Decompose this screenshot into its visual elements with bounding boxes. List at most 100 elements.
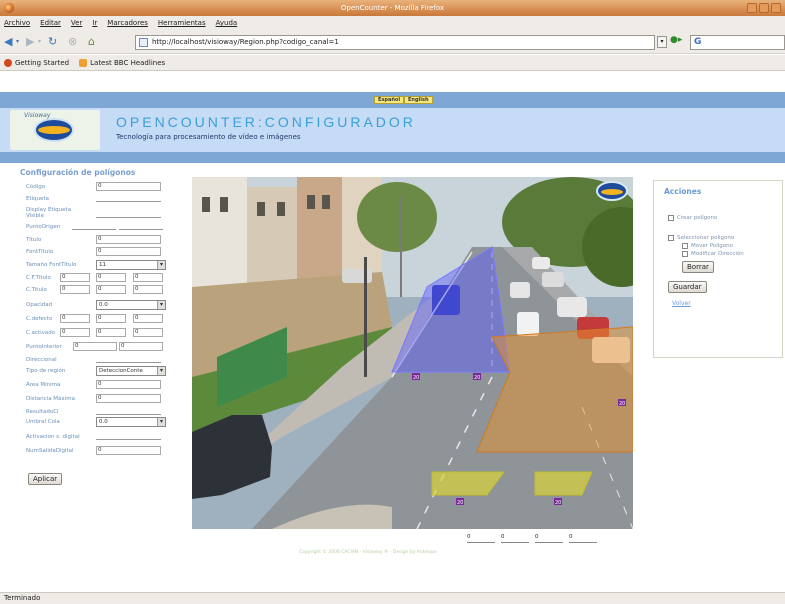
region-label: 20 [555,500,561,506]
direccional-input[interactable] [96,354,161,363]
menu-ver[interactable]: Ver [71,19,82,27]
url-text: http://localhost/visioway/Region.php?cod… [152,38,339,46]
punto-interior-y-input[interactable]: 0 [119,342,163,351]
c-titulo-r-input[interactable]: 0 [60,285,90,294]
activacion-digital-input[interactable] [96,431,161,440]
font-titulo-input[interactable]: 0 [96,247,161,256]
bookmarks-toolbar: Getting Started Latest BBC Headlines [0,55,785,71]
app-title: OPENCOUNTER:CONFIGURADOR [116,114,416,130]
region-label: 20 [474,375,480,381]
resultado-input[interactable] [96,406,161,415]
label-umbral-cola: Umbral Cola [26,419,60,425]
url-history-dropdown-icon[interactable]: ▾ [657,36,667,48]
go-icon[interactable]: ●▸ [670,35,682,45]
distancia-maxima-input[interactable]: 0 [96,394,161,403]
bookmark-getting-started[interactable]: Getting Started [4,58,69,67]
codigo-input[interactable]: 0 [96,182,161,191]
c-activado-g-input[interactable]: 0 [96,328,126,337]
umbral-cola-select[interactable]: 0.0 [96,417,166,427]
menu-ir[interactable]: Ir [92,19,97,27]
maximize-button[interactable] [759,3,769,13]
menu-ayuda[interactable]: Ayuda [216,19,238,27]
cf-titulo-r-input[interactable]: 0 [60,273,90,282]
region-label: 20 [457,500,463,506]
opacidad-select[interactable]: 0.0 [96,300,166,310]
actions-title: Acciones [664,187,702,196]
label-num-salida: NumSalidaDigital [26,448,74,454]
display-etiqueta-input[interactable] [96,209,161,218]
coord-input-3[interactable]: 0 [535,534,563,543]
config-title: Configuración de polígonos [20,168,136,177]
window-titlebar: OpenCounter - Mozilla Firefox [0,0,785,16]
search-input[interactable]: G [690,35,785,50]
create-polygon-checkbox[interactable] [668,215,674,221]
titulo-input[interactable]: 0 [96,235,161,244]
camera-frame[interactable]: 20 20 20 20 20 [192,177,633,529]
forward-dropdown-icon[interactable]: ▾ [38,35,41,49]
volver-link[interactable]: Volver [672,300,691,307]
home-icon[interactable]: ⌂ [88,35,95,49]
back-dropdown-icon[interactable]: ▾ [16,35,19,49]
tipo-region-select[interactable]: DeteccionConte [96,366,166,376]
tamano-font-select[interactable]: 11 [96,260,166,270]
aplicar-button[interactable]: Aplicar [28,473,63,485]
guardar-button[interactable]: Guardar [668,281,707,293]
menu-archivo[interactable]: Archivo [4,19,30,27]
lang-spanish-button[interactable]: Español [374,96,405,104]
coord-input-1[interactable]: 0 [467,534,495,543]
move-polygon-label: Mover Polígono [691,243,734,249]
region-label: 20 [619,401,625,407]
reload-icon[interactable]: ↻ [48,35,57,49]
camera-frame-image: 20 20 20 20 20 [192,177,633,529]
menu-herramientas[interactable]: Herramientas [158,19,206,27]
status-text: Terminado [4,594,41,602]
label-codigo: Código [26,184,46,190]
header-bottom-bar [0,152,785,163]
c-defecto-g-input[interactable]: 0 [96,314,126,323]
label-punto-interior: PuntoInterior [26,344,62,350]
stop-icon[interactable]: ⊗ [68,35,77,49]
move-polygon-checkbox[interactable] [682,243,688,249]
num-salida-input[interactable]: 0 [96,446,161,455]
select-polygon-label: Seleccionar polígono [677,235,735,241]
bookmark-bbc-headlines[interactable]: Latest BBC Headlines [79,58,165,67]
label-direccional: Direccional [26,357,57,363]
punto-interior-x-input[interactable]: 0 [73,342,117,351]
etiqueta-input[interactable] [96,193,161,202]
google-icon: G [694,37,702,47]
punto-origen-y-input[interactable] [119,221,163,230]
close-button[interactable] [771,3,781,13]
menu-marcadores[interactable]: Marcadores [107,19,148,27]
url-bar[interactable]: http://localhost/visioway/Region.php?cod… [135,35,655,50]
select-polygon-checkbox[interactable] [668,235,674,241]
c-titulo-g-input[interactable]: 0 [96,285,126,294]
forward-arrow-icon[interactable]: ▶ [26,35,34,49]
label-tamano-font: Tamaño FontTitulo [26,262,77,268]
c-titulo-b-input[interactable]: 0 [133,285,163,294]
minimize-button[interactable] [747,3,757,13]
create-polygon-label: Crear polígono [677,215,718,221]
borrar-button[interactable]: Borrar [682,261,714,273]
actions-panel: Acciones Crear polígono Seleccionar polí… [653,180,783,358]
cf-titulo-g-input[interactable]: 0 [96,273,126,282]
label-c-defecto: C.defecto [26,316,53,322]
coord-input-2[interactable]: 0 [501,534,529,543]
menu-editar[interactable]: Editar [40,19,61,27]
modify-direction-checkbox[interactable] [682,251,688,257]
back-arrow-icon[interactable]: ◀ [4,35,12,49]
label-area-minima: Área Mínima [26,382,61,388]
region-label: 20 [413,375,419,381]
punto-origen-x-input[interactable] [72,221,116,230]
c-activado-b-input[interactable]: 0 [133,328,163,337]
area-minima-input[interactable]: 0 [96,380,161,389]
web-page: Español English Visioway OPENCOUNTER:CON… [0,72,785,592]
lang-english-button[interactable]: English [404,96,433,104]
c-defecto-b-input[interactable]: 0 [133,314,163,323]
coord-input-4[interactable]: 0 [569,534,597,543]
cf-titulo-b-input[interactable]: 0 [133,273,163,282]
label-font-titulo: FontTitulo [26,249,54,255]
region-polygon-yellow-right[interactable] [534,471,593,496]
c-activado-r-input[interactable]: 0 [60,328,90,337]
visioway-logo[interactable]: Visioway [10,110,100,150]
c-defecto-r-input[interactable]: 0 [60,314,90,323]
